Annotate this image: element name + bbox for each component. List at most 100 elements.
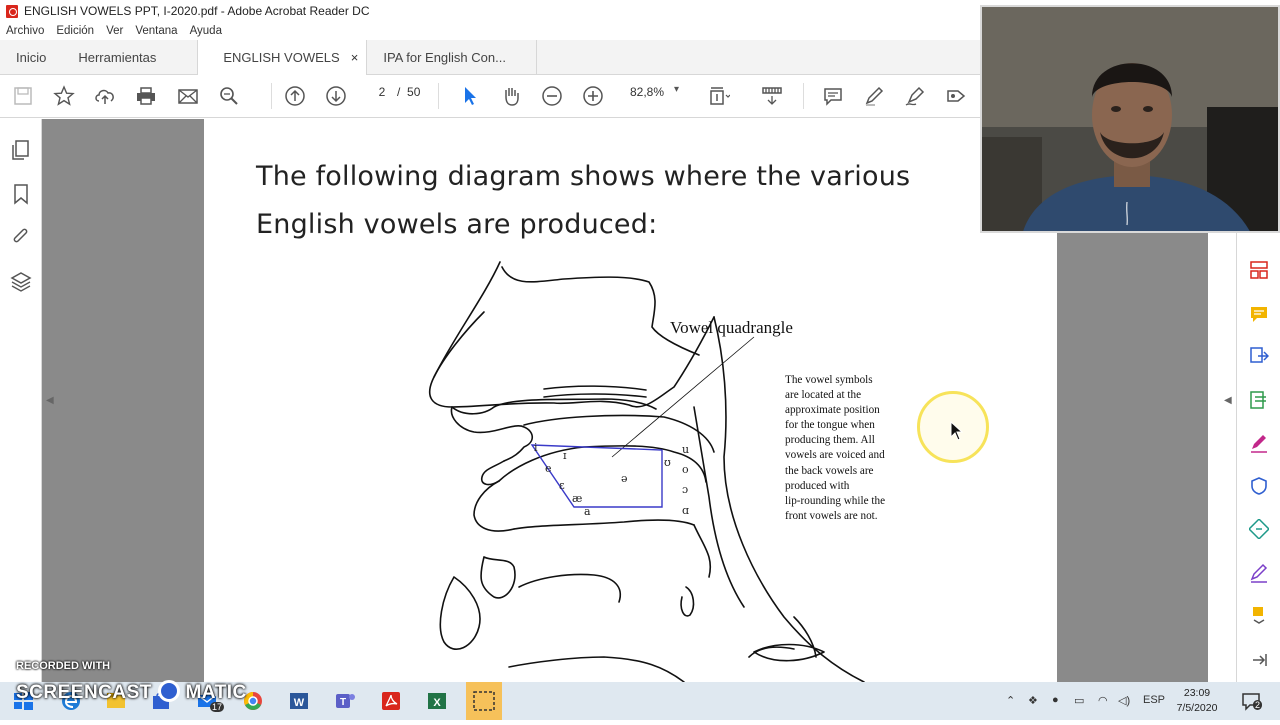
page-total-count: 50 <box>407 85 421 99</box>
upload-cloud-icon[interactable] <box>94 85 116 107</box>
toolbar-separator <box>438 83 439 109</box>
tab-herramientas[interactable]: Herramientas <box>62 40 197 74</box>
zoom-out-icon[interactable] <box>541 85 563 107</box>
webcam-overlay <box>980 5 1280 233</box>
right-tools-pane <box>1236 232 1280 682</box>
dropbox-icon[interactable]: ❖ <box>1028 694 1038 707</box>
screencast-watermark: SCREENCAST MATIC <box>16 680 247 704</box>
tray-overflow-icon[interactable]: ⌃ <box>1006 694 1015 707</box>
protect-shield-icon[interactable] <box>1249 476 1269 496</box>
fill-sign-icon[interactable] <box>1249 433 1269 453</box>
attachments-icon[interactable] <box>10 225 32 247</box>
menu-ventana[interactable]: Ventana <box>129 22 183 40</box>
expand-right-pane-icon[interactable]: ◀ <box>1224 395 1232 406</box>
menu-ver[interactable]: Ver <box>100 22 129 40</box>
export-tool-icon[interactable] <box>945 85 967 107</box>
menu-archivo[interactable]: Archivo <box>0 22 50 40</box>
tab-english-vowels[interactable]: ENGLISH VOWELS ... × <box>197 40 368 100</box>
toolbar <box>0 75 980 118</box>
screencast-o-logo-icon <box>157 680 180 702</box>
caption-line: approximate position <box>785 404 880 417</box>
edit-pdf-icon[interactable] <box>1249 390 1269 410</box>
notifications-count: 2 <box>1253 700 1263 710</box>
microphone-icon[interactable]: ● <box>1052 694 1059 706</box>
excel-icon[interactable]: X <box>426 690 448 712</box>
page-separator: / <box>397 85 401 99</box>
previous-page-icon[interactable] <box>284 85 306 107</box>
tab-ipa-english[interactable]: IPA for English Con... <box>367 40 538 74</box>
select-cursor-icon[interactable] <box>459 85 481 107</box>
language-indicator[interactable]: ESP <box>1143 694 1165 706</box>
close-tab-icon[interactable]: × <box>351 40 359 75</box>
comment-icon[interactable] <box>822 85 844 107</box>
heading-line-1: The following diagram shows where the va… <box>256 161 911 192</box>
vowel-uh: ʊ <box>664 456 671 469</box>
zoom-level[interactable]: 82,8% <box>630 85 664 99</box>
screencast-active-icon[interactable] <box>466 682 502 720</box>
vowel-o: o <box>682 463 689 476</box>
acrobat-taskbar-icon[interactable] <box>380 690 402 712</box>
layers-icon[interactable] <box>10 270 32 292</box>
email-icon[interactable] <box>177 85 199 107</box>
wifi-icon[interactable]: ◠ <box>1098 694 1108 707</box>
scroll-mode-icon[interactable] <box>761 85 783 107</box>
more-tools-icon[interactable] <box>1249 604 1269 624</box>
caption-line: front vowels are not. <box>785 509 878 522</box>
organize-pages-icon[interactable] <box>1249 260 1269 280</box>
search-icon[interactable] <box>218 85 240 107</box>
teams-icon[interactable]: T <box>334 690 356 712</box>
sign-pen-icon[interactable] <box>904 85 926 107</box>
bookmarks-icon[interactable] <box>10 183 32 205</box>
clock-date: 7/5/2020 <box>1176 702 1218 714</box>
svg-text:W: W <box>294 697 305 709</box>
caption-line: The vowel symbols <box>785 374 873 386</box>
toolbar-separator <box>803 83 804 109</box>
caption-line: the back vowels are <box>785 464 874 477</box>
left-navigation-pane <box>0 119 42 682</box>
zoom-in-icon[interactable] <box>582 85 604 107</box>
send-for-signature-icon[interactable] <box>1249 563 1269 583</box>
hand-tool-icon[interactable] <box>500 85 522 107</box>
print-icon[interactable] <box>135 85 157 107</box>
vowel-ih: ɪ <box>563 449 567 462</box>
toolbar-separator <box>271 83 272 109</box>
caption-line: produced with <box>785 479 850 492</box>
recorded-with-label: RECORDED WITH <box>16 660 111 672</box>
caption-line: vowels are voiced and <box>785 449 885 462</box>
comment-tool-icon[interactable] <box>1249 304 1269 324</box>
highlight-pen-icon[interactable] <box>863 85 885 107</box>
tab-inicio[interactable]: Inicio <box>0 40 62 74</box>
page-heading: The following diagram shows where the va… <box>256 153 910 249</box>
volume-icon[interactable]: ◁) <box>1118 694 1130 707</box>
collapse-left-pane-icon[interactable]: ◀ <box>46 395 54 406</box>
heading-line-2: English vowels are produced: <box>256 209 658 240</box>
page-number-input[interactable]: 2 <box>367 85 397 99</box>
next-page-icon[interactable] <box>325 85 347 107</box>
caption-line: lip-rounding while the <box>785 494 886 507</box>
compare-files-icon[interactable] <box>1248 518 1270 540</box>
vowel-oh: ɔ <box>682 483 689 496</box>
tab-bar: Inicio Herramientas ENGLISH VOWELS ... ×… <box>0 40 980 100</box>
vowel-a: a <box>584 505 591 518</box>
system-clock[interactable]: 23:09 7/5/2020 <box>1172 686 1222 716</box>
vowel-i: i <box>534 441 538 454</box>
diagram-caption: The vowel symbols are located at the app… <box>785 373 925 524</box>
bookmark-star-icon[interactable] <box>53 85 75 107</box>
mouse-cursor-icon <box>950 421 964 441</box>
vowel-quadrangle-label: Vowel quadrangle <box>670 318 793 337</box>
menu-edicion[interactable]: Edición <box>50 22 100 40</box>
page-fit-icon[interactable] <box>708 85 730 107</box>
zoom-dropdown-icon[interactable]: ▾ <box>674 84 679 95</box>
vowel-ah: ɑ <box>682 504 690 517</box>
menu-ayuda[interactable]: Ayuda <box>184 22 228 40</box>
page-thumbnails-icon[interactable] <box>10 139 32 161</box>
vowel-e: e <box>545 462 552 475</box>
notifications-icon[interactable]: 2 <box>1240 690 1263 712</box>
export-pdf-icon[interactable] <box>1249 346 1270 366</box>
word-icon[interactable]: W <box>288 690 310 712</box>
battery-icon[interactable]: ▭ <box>1074 694 1084 707</box>
collapse-tools-icon[interactable] <box>1249 650 1269 670</box>
save-icon[interactable] <box>12 85 34 107</box>
presenter-video <box>982 7 1278 231</box>
tab-ipa-english-label: IPA for English Con... <box>383 50 506 65</box>
